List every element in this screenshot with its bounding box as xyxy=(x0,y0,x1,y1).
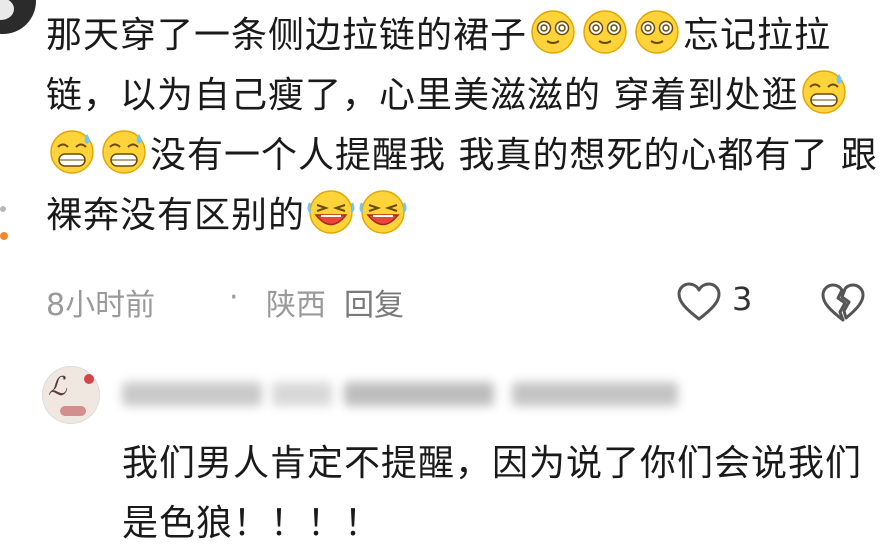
comment-text-segment: 那天穿了一条侧边拉链的裙子 xyxy=(46,15,528,56)
commenter-avatar[interactable] xyxy=(0,0,36,34)
blurred-username xyxy=(122,374,678,414)
like-count: 3 xyxy=(732,280,753,318)
comment-location: 陕西 xyxy=(266,288,326,323)
comment-meta-row: 8小时前 · 陕西 回复 3 xyxy=(46,276,892,326)
avatar-decoration xyxy=(60,406,86,416)
avatar-decoration xyxy=(84,374,94,384)
dizzy-face-emoji xyxy=(635,10,679,54)
reply-avatar[interactable]: ℒ xyxy=(42,366,100,424)
meta-separator: · xyxy=(229,280,239,315)
reply-button[interactable]: 回复 xyxy=(344,280,404,324)
avatar-glyph: ℒ xyxy=(48,372,67,402)
laugh-cry-emoji xyxy=(307,190,355,234)
heart-icon xyxy=(677,282,721,321)
laugh-cry-emoji xyxy=(359,190,407,234)
dizzy-face-emoji xyxy=(531,10,575,54)
reply-body: 我们男人肯定不提醒，因为说了你们会说我们是色狼！！！！ xyxy=(122,443,863,544)
comment-body: 那天穿了一条侧边拉链的裙子 忘记拉拉链，以为自己瘦了，心里美滋滋的 穿着到处逛没有… xyxy=(46,6,892,246)
broken-heart-icon[interactable] xyxy=(821,282,865,324)
thread-indicator-dot xyxy=(0,206,6,212)
sweat-grin-emoji xyxy=(50,130,94,174)
comment-text-segment: 没有一个人提醒我 我真的想死的心都有了 跟裸奔没有区别的 xyxy=(46,135,878,236)
sweat-grin-emoji xyxy=(102,130,146,174)
dizzy-face-emoji xyxy=(583,10,627,54)
comment-time: 8小时前 xyxy=(46,288,156,323)
thread-indicator-accent-dot xyxy=(0,232,8,240)
sweat-grin-emoji xyxy=(802,70,847,114)
